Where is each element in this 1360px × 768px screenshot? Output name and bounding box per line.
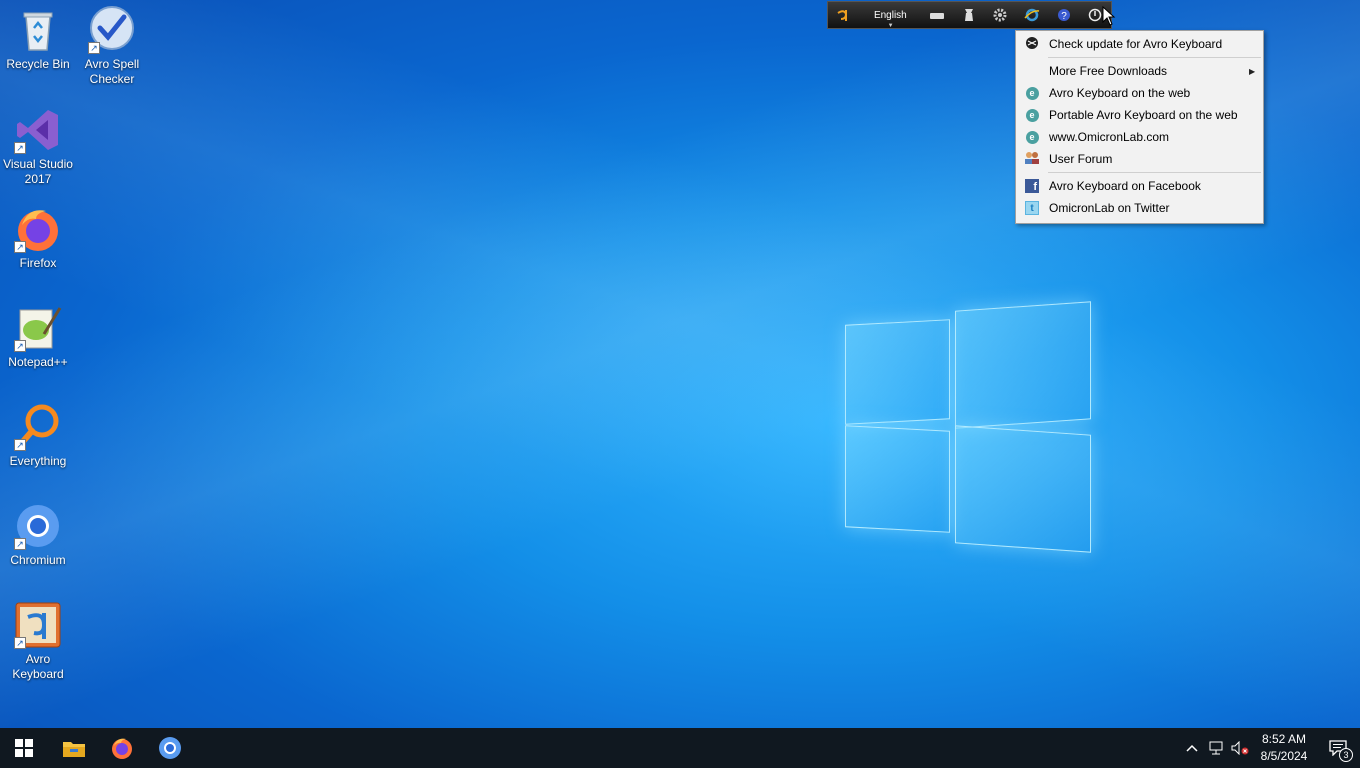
avro-toolbar[interactable]: English ▼ ? [827, 1, 1112, 29]
shortcut-arrow-icon: ↗ [14, 142, 26, 154]
desktop-icon-avro-keyboard[interactable]: ↗ Avro Keyboard [0, 601, 76, 682]
system-tray: 8:52 AM 8/5/2024 3 [1180, 728, 1360, 768]
settings-icon[interactable] [984, 2, 1016, 28]
web-icon: e [1025, 86, 1039, 100]
notepad-plus-plus-icon: ↗ [14, 304, 62, 352]
taskbar-file-explorer[interactable] [50, 728, 98, 768]
menu-separator [1048, 172, 1261, 173]
shortcut-arrow-icon: ↗ [88, 42, 100, 54]
desktop-icon-label: Avro Spell Checker [84, 57, 140, 86]
avro-web-menu: Check update for Avro Keyboard More Free… [1015, 30, 1264, 224]
menu-item-check-update[interactable]: Check update for Avro Keyboard [1016, 33, 1263, 55]
facebook-icon: f [1025, 179, 1039, 193]
menu-item-user-forum[interactable]: User Forum [1016, 148, 1263, 170]
menu-separator [1048, 57, 1261, 58]
avro-keyboard-icon: ↗ [14, 601, 62, 649]
action-center-button[interactable]: 3 [1316, 728, 1360, 768]
file-explorer-icon [63, 742, 85, 757]
menu-item-label: More Free Downloads [1049, 64, 1168, 78]
svg-text:?: ? [1061, 11, 1067, 22]
language-label: English [873, 9, 907, 21]
recycle-bin-icon [14, 6, 62, 54]
web-icon: e [1025, 130, 1039, 144]
clock-time: 8:52 AM [1261, 732, 1307, 746]
menu-item-omicronlab-site[interactable]: e www.OmicronLab.com [1016, 126, 1263, 148]
menu-item-twitter[interactable]: t OmicronLab on Twitter [1016, 197, 1263, 219]
taskbar-chromium[interactable] [146, 728, 194, 768]
update-icon [1025, 36, 1039, 53]
desktop-icon-label: Avro Keyboard [12, 652, 64, 681]
desktop-icon-label: Notepad++ [8, 355, 68, 369]
mouse-cursor-icon [1102, 6, 1116, 26]
shortcut-arrow-icon: ↗ [14, 340, 26, 352]
desktop-icon-notepad-plus-plus[interactable]: ↗ Notepad++ [0, 304, 76, 370]
chromium-icon: ↗ [14, 502, 62, 550]
taskbar-firefox[interactable] [98, 728, 146, 768]
spell-check-icon: ↗ [88, 6, 136, 54]
menu-item-facebook[interactable]: f Avro Keyboard on Facebook [1016, 175, 1263, 197]
desktop-icon-visual-studio[interactable]: ↗ Visual Studio 2017 [0, 106, 76, 187]
visual-studio-icon: ↗ [14, 106, 62, 154]
notification-count-badge: 3 [1339, 748, 1353, 762]
everything-search-icon: ↗ [14, 403, 62, 451]
web-icon[interactable] [1016, 2, 1048, 28]
users-icon [1024, 151, 1040, 168]
language-selector[interactable]: English ▼ [860, 9, 921, 29]
menu-item-label: Avro Keyboard on Facebook [1049, 179, 1201, 193]
layout-editor-icon[interactable] [953, 2, 985, 28]
menu-item-label: Check update for Avro Keyboard [1049, 37, 1223, 51]
menu-item-label: OmicronLab on Twitter [1049, 201, 1170, 215]
shortcut-arrow-icon: ↗ [14, 439, 26, 451]
twitter-icon: t [1025, 201, 1039, 215]
desktop-icon-label: Everything [9, 454, 67, 468]
volume-muted-icon[interactable] [1228, 728, 1252, 768]
menu-item-label: Avro Keyboard on the web [1049, 86, 1191, 100]
chevron-down-icon: ▼ [887, 22, 894, 29]
menu-item-more-free-downloads[interactable]: More Free Downloads ▶ [1016, 60, 1263, 82]
menu-item-label: www.OmicronLab.com [1049, 130, 1170, 144]
firefox-icon [112, 738, 132, 759]
desktop-icon-label: Recycle Bin [6, 57, 70, 71]
taskbar-clock[interactable]: 8:52 AM 8/5/2024 [1252, 731, 1316, 765]
desktop-icon-label: Visual Studio 2017 [3, 157, 73, 186]
avro-logo-icon[interactable] [828, 2, 860, 28]
chevron-right-icon: ▶ [1249, 66, 1256, 76]
keyboard-layout-icon[interactable] [921, 2, 953, 28]
shortcut-arrow-icon: ↗ [14, 241, 26, 253]
menu-item-label: User Forum [1049, 152, 1113, 166]
desktop-icon-label: Chromium [10, 553, 66, 567]
firefox-icon: ↗ [14, 205, 62, 253]
windows-start-icon [15, 739, 33, 757]
desktop-icon-recycle-bin[interactable]: Recycle Bin [0, 6, 76, 72]
chromium-icon [159, 737, 181, 759]
windows-wallpaper-logo [845, 300, 1095, 555]
desktop-icon-everything[interactable]: ↗ Everything [0, 403, 76, 469]
desktop-icon-label: Firefox [19, 256, 57, 270]
shortcut-arrow-icon: ↗ [14, 637, 26, 649]
menu-item-portable-avro-web[interactable]: e Portable Avro Keyboard on the web [1016, 104, 1263, 126]
menu-item-label: Portable Avro Keyboard on the web [1049, 108, 1238, 122]
start-button[interactable] [0, 728, 48, 768]
chevron-up-icon [1186, 744, 1198, 752]
show-hidden-icons-button[interactable] [1180, 728, 1204, 768]
menu-item-avro-web[interactable]: e Avro Keyboard on the web [1016, 82, 1263, 104]
desktop-icon-avro-spell-checker[interactable]: ↗ Avro Spell Checker [74, 6, 150, 87]
network-icon[interactable] [1204, 728, 1228, 768]
taskbar: 8:52 AM 8/5/2024 3 [0, 728, 1360, 768]
web-icon: e [1025, 108, 1039, 122]
clock-date: 8/5/2024 [1260, 749, 1308, 763]
help-icon[interactable]: ? [1048, 2, 1080, 28]
desktop-icon-chromium[interactable]: ↗ Chromium [0, 502, 76, 568]
shortcut-arrow-icon: ↗ [14, 538, 26, 550]
desktop-icon-firefox[interactable]: ↗ Firefox [0, 205, 76, 271]
